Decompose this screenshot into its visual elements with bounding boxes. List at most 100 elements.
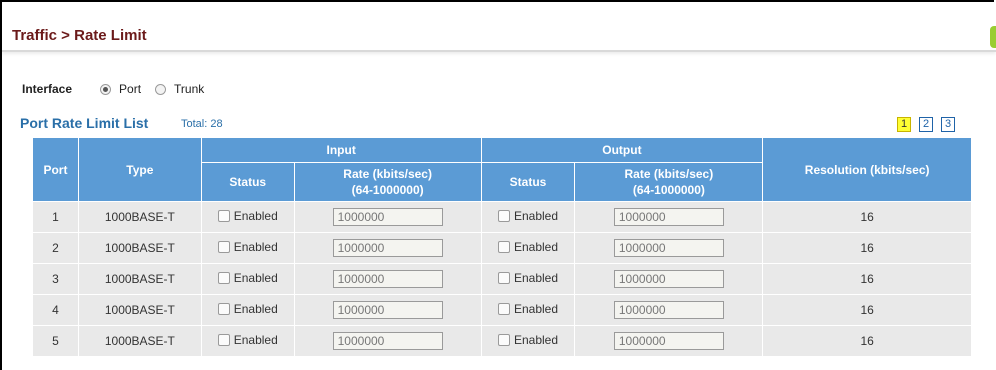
input-rate-field[interactable]: 1000000 [332,239,443,257]
checkbox-label: Enabled [233,240,278,254]
output-status-cell: Enabled [480,325,576,357]
checkbox-icon[interactable] [217,241,230,253]
checkbox-icon[interactable] [217,272,230,284]
input-rate-cell: 1000000 [293,201,482,233]
output-enabled-checkbox[interactable]: Enabled [497,271,559,285]
output-rate-field[interactable]: 1000000 [613,208,724,226]
output-rate-range: (64-1000000) [632,183,705,197]
checkbox-icon[interactable] [497,303,510,315]
input-status-cell: Enabled [200,325,295,357]
type-cell: 1000BASE-T [77,232,202,264]
input-rate-cell: 1000000 [293,294,482,326]
output-status-cell: Enabled [480,232,576,264]
output-rate-field[interactable]: 1000000 [613,332,724,350]
input-enabled-checkbox[interactable]: Enabled [217,333,278,347]
checkbox-icon[interactable] [497,210,510,222]
page-3-link[interactable]: 3 [941,117,955,132]
page-header: Traffic > Rate Limit [2,2,996,52]
interface-label: Interface [22,82,73,96]
output-rate-field[interactable]: 1000000 [613,270,724,288]
col-output-status: Status [480,162,576,202]
output-status-cell: Enabled [480,294,576,326]
port-cell: 3 [32,263,79,295]
input-rate-cell: 1000000 [293,232,482,264]
port-cell: 1 [32,201,79,233]
output-enabled-checkbox[interactable]: Enabled [497,333,559,347]
interface-selector: Interface Port Trunk [22,82,218,96]
interface-option-trunk[interactable]: Trunk [155,82,204,96]
input-status-cell: Enabled [200,232,295,264]
output-rate-cell: 1000000 [574,232,764,264]
checkbox-label: Enabled [233,209,278,223]
checkbox-icon[interactable] [217,303,230,315]
output-rate-field[interactable]: 1000000 [613,239,724,257]
checkbox-icon[interactable] [497,272,510,284]
col-output: Output [480,137,764,163]
total-count: Total: 28 [181,118,223,130]
page-2-link[interactable]: 2 [919,117,933,132]
page-title: Traffic > Rate Limit [12,27,147,44]
input-rate-cell: 1000000 [293,263,482,295]
input-rate-range: (64-1000000) [351,183,424,197]
input-rate-field[interactable]: 1000000 [332,332,443,350]
checkbox-label: Enabled [513,333,559,347]
type-cell: 1000BASE-T [77,325,202,357]
checkbox-icon[interactable] [217,210,230,222]
input-enabled-checkbox[interactable]: Enabled [217,271,278,285]
help-tab[interactable] [990,26,996,48]
output-enabled-checkbox[interactable]: Enabled [497,240,559,254]
output-rate-field[interactable]: 1000000 [613,301,724,319]
output-enabled-checkbox[interactable]: Enabled [497,302,559,316]
list-title: Port Rate Limit List [20,115,149,131]
col-input-status: Status [200,162,295,202]
checkbox-label: Enabled [513,271,559,285]
resolution-cell: 16 [762,232,972,264]
port-cell: 5 [32,325,79,357]
input-rate-field[interactable]: 1000000 [332,208,443,226]
trunk-radio-label: Trunk [174,82,205,96]
resolution-cell: 16 [762,294,972,326]
input-enabled-checkbox[interactable]: Enabled [217,209,278,223]
checkbox-label: Enabled [233,333,278,347]
col-resolution: Resolution (kbits/sec) [762,137,972,202]
output-status-cell: Enabled [480,201,576,233]
resolution-cell: 16 [762,201,972,233]
output-rate-cell: 1000000 [574,263,764,295]
table-row: 3 1000BASE-T Enabled 1000000 Enabled 1000000 1… [32,263,972,295]
resolution-cell: 16 [762,263,972,295]
page-1-link[interactable]: 1 [897,117,911,132]
output-rate-cell: 1000000 [574,201,764,233]
checkbox-icon[interactable] [217,334,230,346]
input-status-cell: Enabled [200,263,295,295]
table-row: 1 1000BASE-T Enabled 1000000 Enabled 1000000 1… [32,201,972,233]
port-radio[interactable] [100,83,112,95]
input-rate-cell: 1000000 [293,325,482,357]
trunk-radio[interactable] [155,83,167,95]
col-type: Type [77,137,202,202]
checkbox-icon[interactable] [497,241,510,253]
checkbox-label: Enabled [233,302,278,316]
port-radio-label: Port [119,82,142,96]
col-port: Port [32,137,79,202]
checkbox-label: Enabled [233,271,278,285]
input-status-cell: Enabled [200,201,295,233]
input-status-cell: Enabled [200,294,295,326]
interface-option-port[interactable]: Port [100,82,141,96]
checkbox-icon[interactable] [497,334,510,346]
port-cell: 4 [32,294,79,326]
output-rate-cell: 1000000 [574,294,764,326]
input-rate-field[interactable]: 1000000 [332,301,443,319]
input-rate-field[interactable]: 1000000 [332,270,443,288]
col-output-rate: Rate (kbits/sec) (64-1000000) [574,162,764,202]
col-input-rate: Rate (kbits/sec) (64-1000000) [293,162,482,202]
checkbox-label: Enabled [513,302,559,316]
input-enabled-checkbox[interactable]: Enabled [217,240,278,254]
rate-limit-table: Port Type Input Output Resolution (kbits… [32,137,972,357]
output-enabled-checkbox[interactable]: Enabled [497,209,559,223]
checkbox-label: Enabled [513,240,559,254]
output-rate-cell: 1000000 [574,325,764,357]
output-status-cell: Enabled [480,263,576,295]
checkbox-label: Enabled [513,209,559,223]
input-enabled-checkbox[interactable]: Enabled [217,302,278,316]
pagination: 1 2 3 [897,117,963,132]
